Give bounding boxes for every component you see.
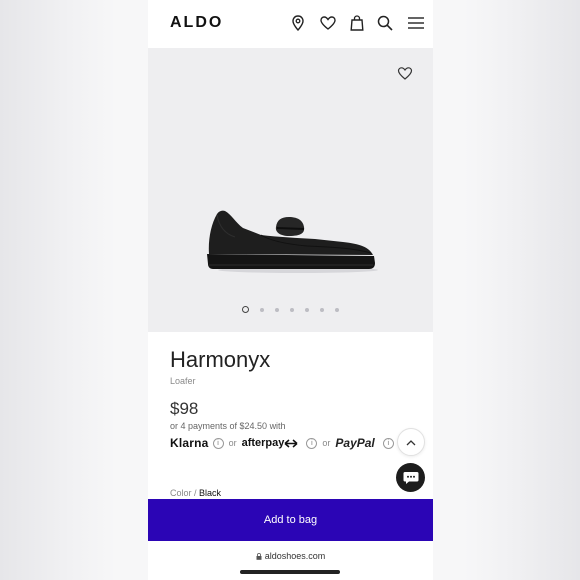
afterpay-info-icon[interactable]: i (306, 437, 318, 449)
gallery-dot[interactable] (260, 307, 264, 312)
location-icon[interactable] (289, 14, 307, 32)
or-text: or (228, 438, 237, 448)
klarna-info-icon[interactable]: i (212, 437, 224, 449)
klarna-logo: Klarna (170, 436, 209, 450)
phone-screen: ALDO Harmonyx Loafer $98 or 4 payments o… (148, 0, 433, 580)
afterpay-arrows-icon (284, 438, 298, 448)
gallery-dot[interactable] (290, 307, 294, 312)
browser-url-bar[interactable]: aldoshoes.com (148, 541, 433, 580)
color-value: Black (199, 488, 222, 498)
product-info: Harmonyx Loafer (170, 346, 415, 386)
paypal-info-icon[interactable]: i (382, 437, 394, 449)
gallery-dot[interactable] (320, 307, 324, 312)
favorite-heart-icon[interactable] (397, 65, 413, 81)
aldo-logo[interactable]: ALDO (170, 14, 223, 32)
paypal-logo: PayPal (335, 436, 375, 450)
gallery-dot[interactable] (242, 306, 249, 313)
gallery-dot[interactable] (275, 307, 279, 312)
product-image-gallery[interactable] (148, 48, 433, 332)
product-title: Harmonyx (170, 347, 271, 372)
url-text: aldoshoes.com (264, 551, 326, 561)
product-price: $98 (170, 399, 199, 418)
product-category: Loafer (170, 376, 196, 386)
color-selector-label: Color / Black (170, 488, 221, 498)
search-icon[interactable] (376, 14, 394, 32)
menu-icon[interactable] (407, 14, 425, 32)
or-text: or (322, 438, 331, 448)
payment-options-row: Klarna i or afterpay i or PayPal i (170, 435, 410, 451)
chevron-up-icon (406, 439, 416, 445)
color-label: Color / (170, 488, 197, 498)
lock-icon (256, 553, 262, 560)
loafer-shoe-image (207, 210, 378, 273)
chat-icon (403, 471, 418, 484)
heart-icon[interactable] (319, 14, 337, 32)
chat-button[interactable] (396, 463, 425, 492)
gallery-pagination-dots (148, 306, 433, 313)
url-display[interactable]: aldoshoes.com (148, 551, 433, 561)
site-header: ALDO (148, 0, 433, 48)
add-to-bag-button[interactable]: Add to bag (148, 499, 433, 541)
gallery-dot[interactable] (305, 307, 309, 312)
scroll-up-button[interactable] (397, 428, 425, 456)
installments-text: or 4 payments of $24.50 with (170, 421, 286, 431)
bag-icon[interactable] (348, 14, 366, 32)
gallery-dot[interactable] (335, 307, 339, 312)
afterpay-logo: afterpay (241, 437, 285, 449)
home-indicator (240, 570, 340, 574)
